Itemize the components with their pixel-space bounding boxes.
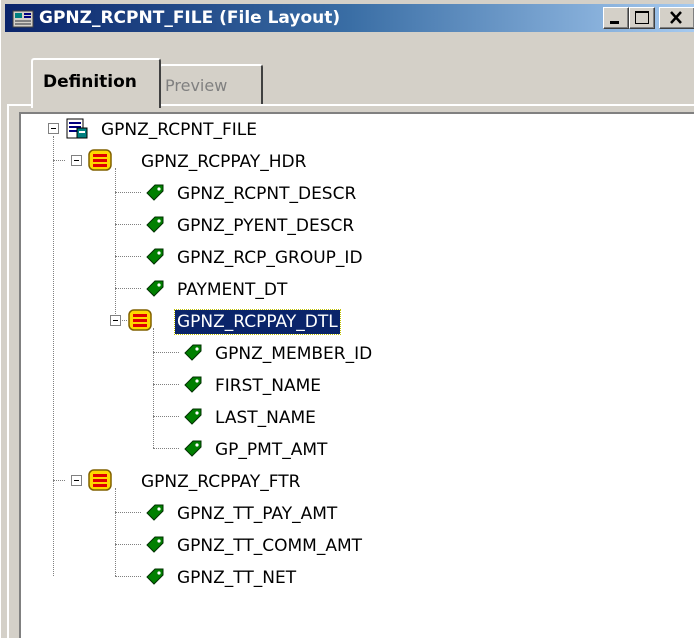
tree-field-label[interactable]: PAYMENT_DT [175,278,289,302]
tree-field-label[interactable]: GPNZ_TT_NET [175,566,298,590]
tree-connector [115,168,116,320]
collapse-toggle[interactable] [71,155,82,166]
tree-connector [153,448,179,449]
field-icon [146,248,164,265]
tree-connector [115,512,141,513]
close-button[interactable] [659,7,694,29]
record-icon [128,309,152,331]
tree-connector [53,136,54,576]
field-icon [184,376,202,393]
field-icon [184,344,202,361]
tree-connector [115,224,141,225]
tree-connector [115,288,141,289]
field-icon [146,536,164,553]
tree-record-label-selected[interactable]: GPNZ_RCPPAY_DTL [174,309,341,335]
tree-connector [53,160,65,161]
tab-preview-label: Preview [165,76,228,95]
field-icon [146,184,164,201]
tree-connector [153,328,154,448]
tree-connector [115,576,141,577]
tree-connector [153,352,179,353]
field-icon [184,440,202,457]
tree-connector [153,384,179,385]
tab-strip: Preview Definition [1,32,694,108]
record-icon [88,149,112,171]
tree-field-label[interactable]: GPNZ_PYENT_DESCR [175,214,356,238]
record-icon [88,469,112,491]
tree-connector [53,480,65,481]
collapse-toggle[interactable] [71,475,82,486]
window-title: GPNZ_RCPNT_FILE (File Layout) [39,8,341,28]
file-layout-tree[interactable]: GPNZ_RCPNT_FILE GPNZ_RCPPAY_HDR GPNZ_RCP… [19,112,694,638]
tab-preview[interactable]: Preview [159,64,263,106]
field-icon [184,408,202,425]
field-icon [146,504,164,521]
tree-connector [153,416,179,417]
tree-field-label[interactable]: GPNZ_RCPNT_DESCR [175,182,358,206]
tab-definition[interactable]: Definition [31,58,161,108]
tree-record-label[interactable]: GPNZ_RCPPAY_HDR [139,150,308,174]
tree-connector [115,544,141,545]
minimize-icon [610,21,619,24]
collapse-toggle[interactable] [110,315,121,326]
tree-connector [115,256,141,257]
tree-record-label[interactable]: GPNZ_RCPPAY_FTR [139,470,302,494]
collapse-toggle[interactable] [48,123,59,134]
close-icon [670,11,682,24]
field-icon [146,568,164,585]
minimize-button[interactable] [603,7,629,29]
tree-root-label[interactable]: GPNZ_RCPNT_FILE [99,118,259,142]
file-layout-window: GPNZ_RCPNT_FILE (File Layout) Preview De… [0,0,694,638]
field-icon [146,280,164,297]
maximize-button[interactable] [629,7,655,29]
title-bar[interactable]: GPNZ_RCPNT_FILE (File Layout) [5,4,694,32]
tree-connector [115,488,116,576]
file-layout-icon [66,118,88,139]
file-layout-icon [12,10,34,28]
tree-field-label[interactable]: GPNZ_RCP_GROUP_ID [175,246,365,270]
tree-field-label[interactable]: GP_PMT_AMT [213,438,329,462]
tree-field-label[interactable]: FIRST_NAME [213,374,323,398]
tree-field-label[interactable]: GPNZ_TT_PAY_AMT [175,502,339,526]
tree-field-label[interactable]: GPNZ_TT_COMM_AMT [175,534,364,558]
tab-definition-label: Definition [43,72,137,92]
tree-field-label[interactable]: GPNZ_MEMBER_ID [213,342,374,366]
field-icon [146,216,164,233]
maximize-icon [635,11,649,24]
tree-field-label[interactable]: LAST_NAME [213,406,318,430]
tree-connector [115,192,141,193]
